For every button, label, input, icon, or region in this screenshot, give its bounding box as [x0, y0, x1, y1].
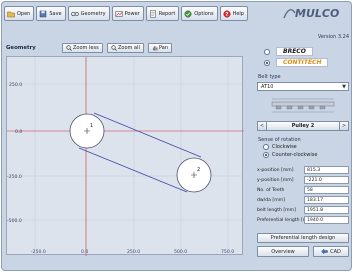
belt-length-row: belt length [mm] 1951.8	[257, 206, 349, 214]
clockwise-option[interactable]: Clockwise	[263, 144, 297, 150]
options-button[interactable]: Options	[181, 6, 218, 21]
grid	[7, 57, 244, 256]
clockwise-radio[interactable]	[263, 144, 269, 150]
zoom-out-icon	[66, 45, 72, 51]
zoom-all-button[interactable]: Zoom all	[107, 43, 144, 53]
toolbar: Open Save Geometry Power Report Options …	[4, 6, 248, 21]
y-tick-1: 0.0	[15, 129, 22, 135]
zoom-less-label: Zoom less	[73, 45, 99, 51]
teeth-field[interactable]: 58	[304, 186, 349, 194]
sense-of-rotation-title: Sense of rotation	[258, 137, 301, 143]
report-button[interactable]: Report	[145, 6, 180, 21]
y-tick-2: -250.0	[7, 174, 22, 180]
geometry-plot: 250.0 0.0 -250.0 -500.0 -250.0 0.0 250.0…	[7, 57, 244, 256]
breco-radio[interactable]	[264, 48, 270, 55]
help-label: Help	[232, 10, 244, 17]
preferential-length-field[interactable]: 1940.0	[304, 216, 349, 224]
teeth-row: No. of Teeth 58	[257, 186, 349, 194]
y-tick-0: 250.0	[9, 82, 22, 88]
help-icon: ?	[223, 10, 231, 17]
x-position-row: x-position [mm] 815.3	[257, 166, 349, 174]
power-icon	[115, 10, 123, 17]
belt-profile-image	[268, 94, 338, 116]
version-label: Version 3.24	[317, 34, 349, 40]
belt-type-label: Belt type	[258, 74, 281, 80]
options-label: Options	[194, 10, 214, 17]
diameter-row: dw/da [mm] 183.17	[257, 196, 349, 204]
belt-type-select[interactable]: AT10 ▼	[257, 82, 349, 91]
save-label: Save	[49, 10, 62, 17]
pulley-1-label: 1	[90, 123, 93, 129]
counter-clockwise-option[interactable]: Counter-clockwise	[263, 152, 317, 158]
next-pulley-button[interactable]: >	[339, 121, 349, 131]
help-button[interactable]: ? Help	[219, 6, 248, 21]
report-label: Report	[158, 10, 176, 17]
overview-button[interactable]: Overview	[257, 246, 309, 257]
contitech-radio[interactable]	[264, 59, 270, 66]
breco-logo: BRECO	[276, 47, 313, 56]
mulco-logo: MULCO	[283, 5, 349, 21]
options-icon	[184, 10, 192, 17]
geometry-label: Geometry	[80, 10, 106, 17]
pan-label: Pan	[159, 45, 169, 51]
diameter-field[interactable]: 183.17	[304, 196, 349, 204]
report-icon	[149, 10, 156, 17]
pulley-2-label: 2	[197, 167, 200, 173]
pulley-navigator: < Pulley 2 >	[257, 121, 349, 131]
x-position-field[interactable]: 815.3	[304, 166, 349, 174]
cad-button[interactable]: CAD	[313, 246, 349, 257]
preferential-length-design-button[interactable]: Preferential length design	[257, 233, 349, 243]
contitech-logo: CONTITECH	[276, 58, 329, 67]
chevron-down-icon: ▼	[342, 84, 346, 90]
counter-clockwise-radio[interactable]	[263, 152, 269, 158]
cad-icon	[321, 248, 328, 255]
x-tick-3: 500.0	[174, 249, 187, 255]
power-label: Power	[124, 10, 140, 17]
x-tick-2: 250.0	[127, 249, 140, 255]
zoom-all-icon	[111, 45, 117, 51]
hand-icon	[153, 46, 158, 51]
preferential-length-row: Preferential length [mm] 1940.0	[257, 216, 349, 224]
save-icon	[40, 10, 47, 17]
open-button[interactable]: Open	[4, 6, 35, 21]
power-button[interactable]: Power	[111, 6, 144, 21]
x-tick-0: -250.0	[31, 249, 46, 255]
open-label: Open	[17, 10, 31, 17]
folder-icon	[7, 11, 15, 17]
contitech-option[interactable]: CONTITECH	[264, 58, 329, 67]
pan-button[interactable]: Pan	[148, 43, 173, 53]
pulley-1[interactable]: 1	[69, 113, 105, 149]
y-tick-3: -500.0	[7, 218, 22, 224]
svg-text:?: ?	[225, 11, 228, 17]
x-tick-4: 750.0	[221, 249, 234, 255]
y-position-row: y-position [mm] -221.0	[257, 176, 349, 184]
geometry-title: Geometry	[6, 45, 36, 51]
breco-option[interactable]: BRECO	[264, 47, 313, 56]
zoom-all-label: Zoom all	[118, 45, 140, 51]
zoom-less-button[interactable]: Zoom less	[62, 43, 103, 53]
prev-pulley-button[interactable]: <	[257, 121, 267, 131]
pulley-2[interactable]: 2	[176, 157, 212, 193]
belt-length-field[interactable]: 1951.8	[304, 206, 349, 214]
svg-text:MULCO: MULCO	[295, 7, 339, 20]
geometry-icon	[70, 11, 79, 16]
save-button[interactable]: Save	[36, 6, 66, 21]
geometry-button[interactable]: Geometry	[67, 6, 110, 21]
pulley-label: Pulley 2	[267, 121, 339, 131]
x-tick-1: 0.0	[81, 249, 88, 255]
y-position-field[interactable]: -221.0	[304, 176, 349, 184]
geometry-canvas[interactable]: 250.0 0.0 -250.0 -500.0 -250.0 0.0 250.0…	[6, 56, 244, 256]
